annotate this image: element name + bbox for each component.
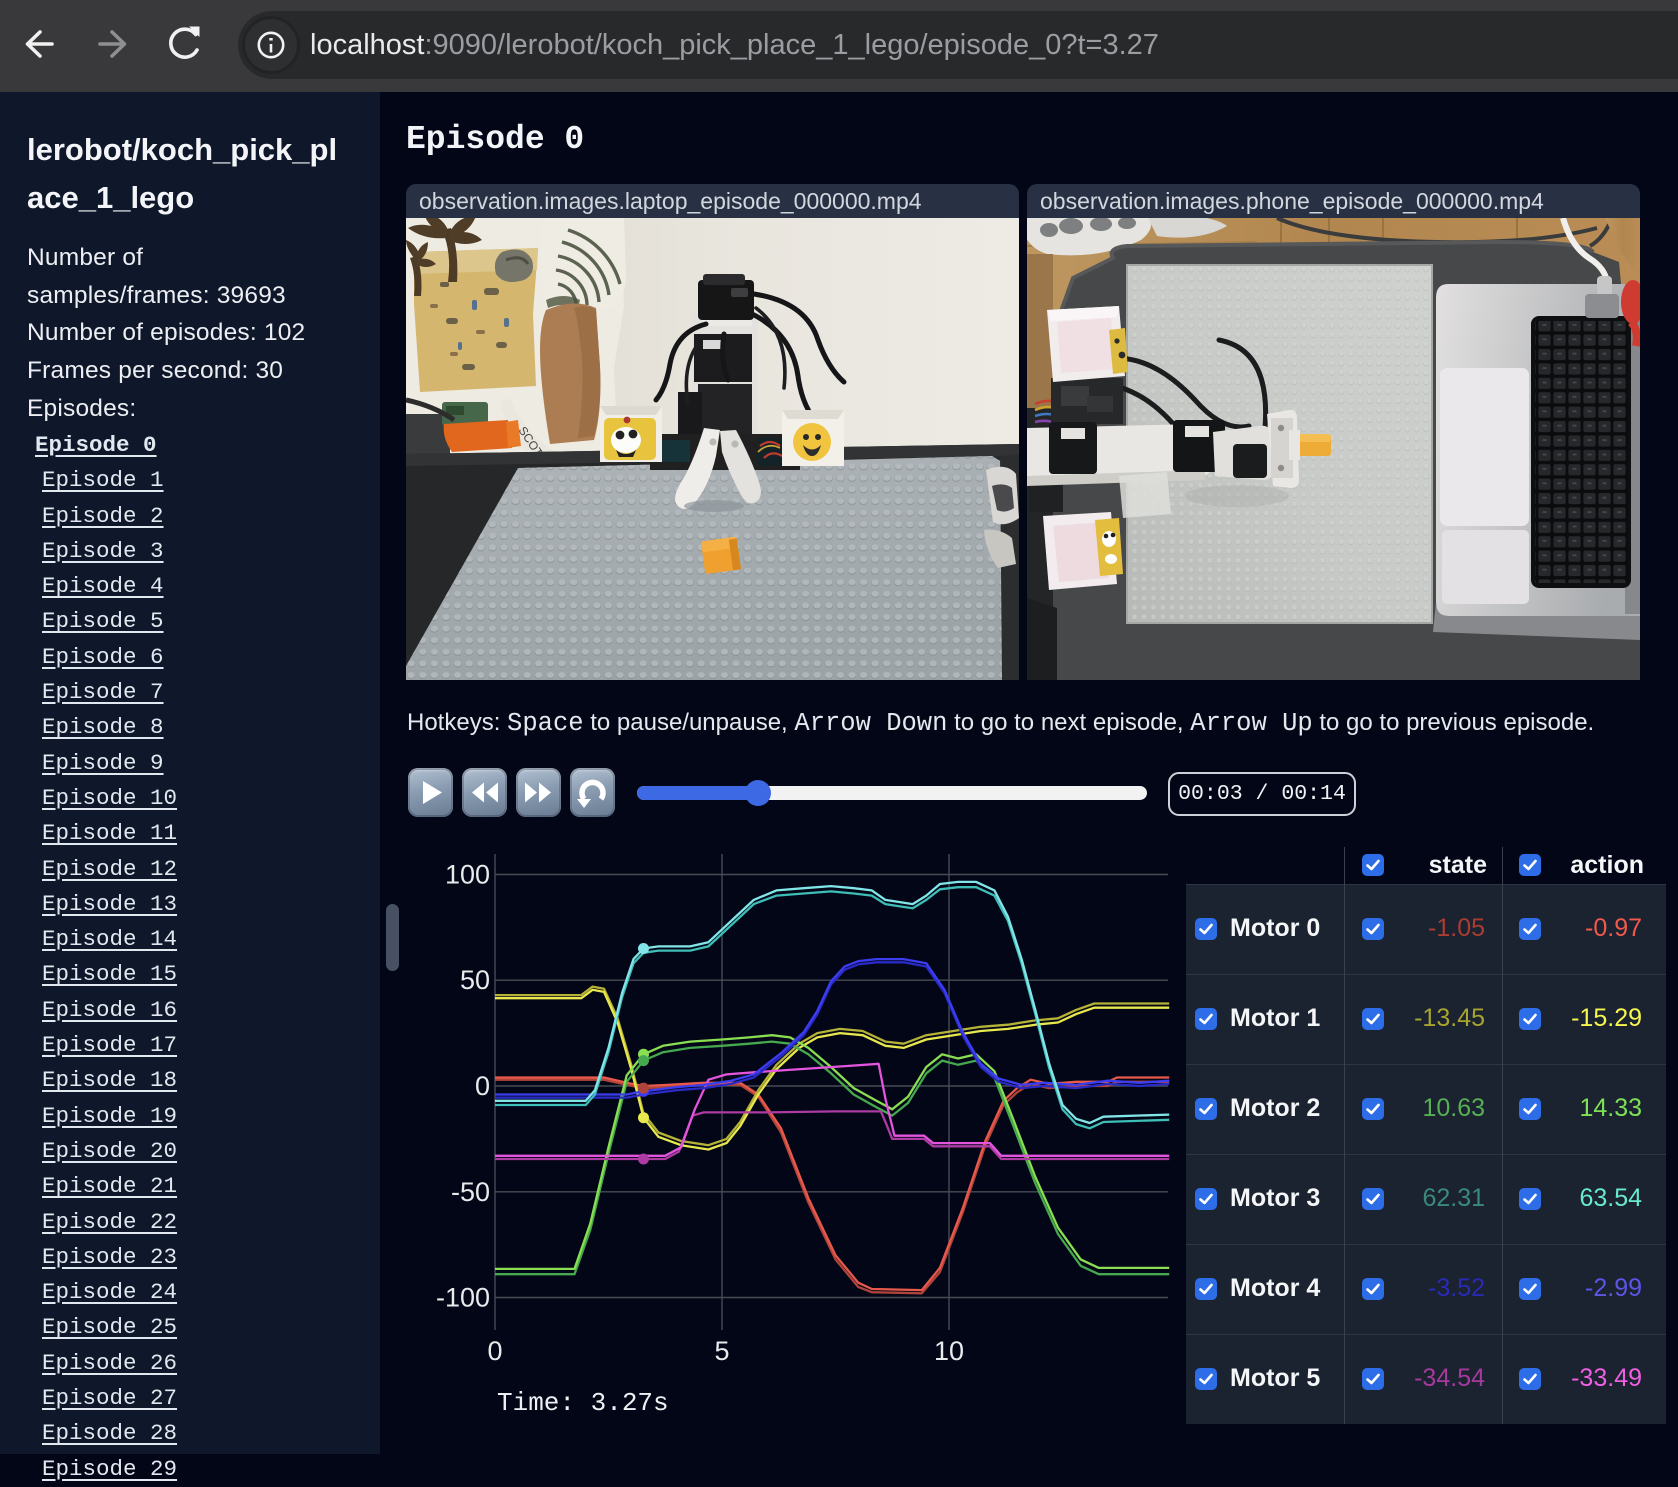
svg-text:0: 0 <box>487 1336 502 1366</box>
svg-text:Time: 3.27s: Time: 3.27s <box>497 1388 669 1418</box>
svg-text:50: 50 <box>460 965 490 995</box>
svg-text:5: 5 <box>714 1336 729 1366</box>
svg-text:0: 0 <box>475 1071 490 1101</box>
svg-text:100: 100 <box>445 860 490 890</box>
svg-text:-100: -100 <box>436 1283 490 1313</box>
svg-text:10: 10 <box>934 1336 964 1366</box>
svg-text:-50: -50 <box>451 1177 490 1207</box>
